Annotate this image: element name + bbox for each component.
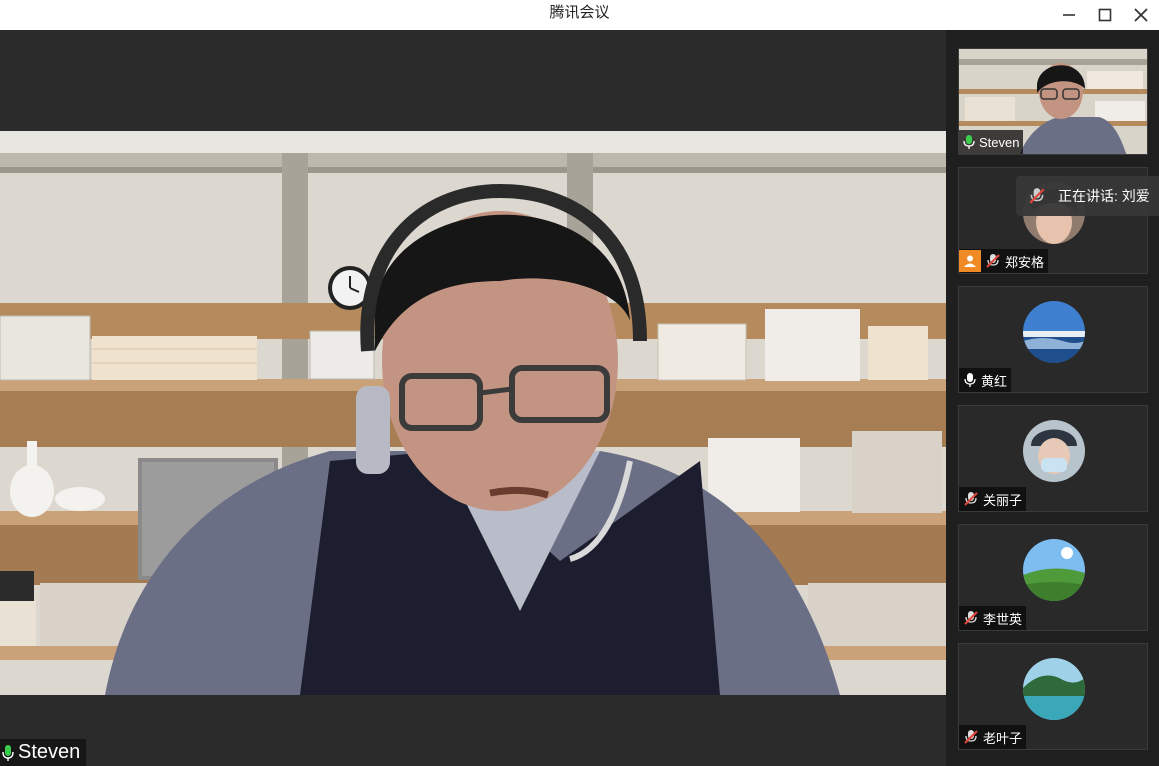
- mic-muted-icon: [964, 730, 978, 744]
- participant-label: Steven: [959, 130, 1024, 154]
- minimize-icon: [1063, 14, 1075, 16]
- participant-sidebar: Steven 郑安格 黄红 关丽子 李世英 老叶子: [946, 30, 1159, 766]
- avatar: [1023, 301, 1085, 363]
- participant-name: Steven: [979, 134, 1020, 150]
- avatar: [1023, 658, 1085, 720]
- participant-label: 李世英: [959, 606, 1027, 630]
- main-video-stage[interactable]: Steven: [0, 30, 946, 766]
- speaking-icon-wrap: [1016, 187, 1058, 205]
- speaking-indicator: 正在讲话: 刘爱: [1016, 176, 1159, 216]
- maximize-button[interactable]: [1087, 0, 1123, 30]
- participant-name: 黄红: [981, 373, 1008, 389]
- mic-icon: [964, 373, 976, 387]
- participant-tile-5[interactable]: 李世英: [958, 524, 1148, 631]
- close-icon: [1134, 8, 1148, 22]
- speaking-text: 正在讲话: 刘爱: [1058, 188, 1150, 204]
- mic-muted-icon: [1029, 188, 1045, 204]
- participant-tile-3[interactable]: 黄红: [958, 286, 1148, 393]
- video-frame: [0, 131, 946, 695]
- participant-label: 老叶子: [959, 725, 1027, 749]
- maximize-icon: [1098, 8, 1112, 22]
- title-bar: 腾讯会议: [0, 0, 1159, 30]
- mic-muted-icon: [986, 254, 1000, 268]
- main-speaker-tag: Steven: [0, 739, 87, 766]
- participant-name: 郑安格: [1005, 254, 1045, 270]
- mic-muted-icon: [964, 492, 978, 506]
- main-speaker-name: Steven: [18, 741, 81, 763]
- participant-label: 郑安格: [959, 249, 1049, 273]
- participant-tile-4[interactable]: 关丽子: [958, 405, 1148, 512]
- window-title: 腾讯会议: [549, 4, 610, 21]
- mic-active-icon: [963, 135, 975, 149]
- participant-name: 李世英: [983, 611, 1023, 627]
- participant-label: 黄红: [959, 368, 1012, 392]
- close-button[interactable]: [1123, 0, 1159, 30]
- minimize-button[interactable]: [1051, 0, 1087, 30]
- participant-name: 关丽子: [983, 492, 1023, 508]
- main-video-feed: [0, 131, 946, 695]
- avatar: [1023, 539, 1085, 601]
- mic-active-icon: [2, 744, 14, 761]
- mic-muted-icon: [964, 611, 978, 625]
- host-icon: [959, 250, 981, 272]
- participant-tile-steven[interactable]: Steven: [958, 48, 1148, 155]
- participant-name: 老叶子: [983, 730, 1023, 746]
- participant-label: 关丽子: [959, 487, 1027, 511]
- avatar: [1023, 420, 1085, 482]
- participant-tile-6[interactable]: 老叶子: [958, 643, 1148, 750]
